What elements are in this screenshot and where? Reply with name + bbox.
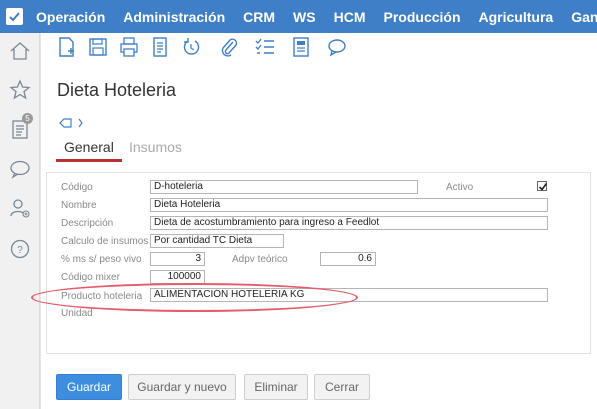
report-icon[interactable] <box>290 36 312 58</box>
activo-label: Activo <box>446 182 474 193</box>
menu-administracion[interactable]: Administración <box>123 9 225 25</box>
tags-row <box>58 116 88 130</box>
active-tab-indicator <box>56 159 122 162</box>
codigo-label: Código <box>61 182 93 193</box>
tab-insumos[interactable]: Insumos <box>129 139 182 155</box>
menu-ws[interactable]: WS <box>293 9 316 25</box>
new-document-icon[interactable] <box>56 36 78 58</box>
comment-icon[interactable] <box>326 36 348 58</box>
main-menu: Operación Administración CRM WS HCM Prod… <box>36 0 597 33</box>
descripcion-field[interactable]: Dieta de acostumbramiento para ingreso a… <box>150 216 548 230</box>
sidebar-divider <box>40 33 41 409</box>
tag-icon[interactable] <box>59 118 72 128</box>
menu-agricultura[interactable]: Agricultura <box>479 9 554 25</box>
menu-operacion[interactable]: Operación <box>36 9 105 25</box>
user-add-icon[interactable] <box>8 196 32 220</box>
attach-icon[interactable] <box>218 36 240 58</box>
nombre-label: Nombre <box>61 200 97 211</box>
cerrar-button[interactable]: Cerrar <box>314 374 370 400</box>
home-icon[interactable] <box>8 39 32 63</box>
menu-produccion[interactable]: Producción <box>384 9 461 25</box>
descripcion-label: Descripción <box>61 218 114 229</box>
codigo-field[interactable]: D-hoteleria <box>150 180 418 194</box>
app-logo-icon[interactable] <box>6 8 23 25</box>
page-title: Dieta Hoteleria <box>57 80 177 100</box>
adpv-teorico-field[interactable]: 0.6 <box>320 252 376 266</box>
guardar-y-nuevo-button[interactable]: Guardar y nuevo <box>128 374 236 400</box>
codigo-mixer-field[interactable]: 100000 <box>150 270 205 284</box>
chevron-right-icon[interactable] <box>78 118 83 128</box>
left-sidebar: 5 ? <box>0 33 40 409</box>
ms-peso-vivo-label: % ms s/ peso vivo <box>61 254 142 265</box>
menu-crm[interactable]: CRM <box>243 9 275 25</box>
help-icon[interactable]: ? <box>8 237 32 261</box>
menu-ganaderia[interactable]: Ganad <box>571 9 597 25</box>
nombre-field[interactable]: Dieta Hoteleria <box>150 198 548 212</box>
ms-peso-vivo-field[interactable]: 3 <box>150 252 205 266</box>
tab-general[interactable]: General <box>64 139 114 155</box>
codigo-mixer-label: Código mixer <box>61 272 120 283</box>
menu-hcm[interactable]: HCM <box>334 9 366 25</box>
activo-checkbox[interactable] <box>537 181 548 191</box>
calculo-insumos-label: Calculo de insumos <box>61 236 149 247</box>
chat-icon[interactable] <box>8 157 32 181</box>
list-document-icon[interactable] <box>149 36 171 58</box>
print-icon[interactable] <box>118 36 140 58</box>
star-icon[interactable] <box>8 78 32 102</box>
unidad-label: Unidad <box>61 308 93 319</box>
checklist-icon[interactable] <box>254 36 276 58</box>
top-navigation-bar: Operación Administración CRM WS HCM Prod… <box>0 0 597 33</box>
svg-text:?: ? <box>17 245 23 256</box>
guardar-button[interactable]: Guardar <box>56 374 122 400</box>
calculo-insumos-select[interactable]: Por cantidad TC Dieta <box>150 234 284 248</box>
save-icon[interactable] <box>87 36 109 58</box>
refresh-icon[interactable] <box>180 36 202 58</box>
notification-badge: 5 <box>22 113 33 124</box>
adpv-teorico-label: Adpv teórico <box>232 254 288 265</box>
eliminar-button[interactable]: Eliminar <box>244 374 308 400</box>
highlight-ellipse <box>31 283 358 312</box>
